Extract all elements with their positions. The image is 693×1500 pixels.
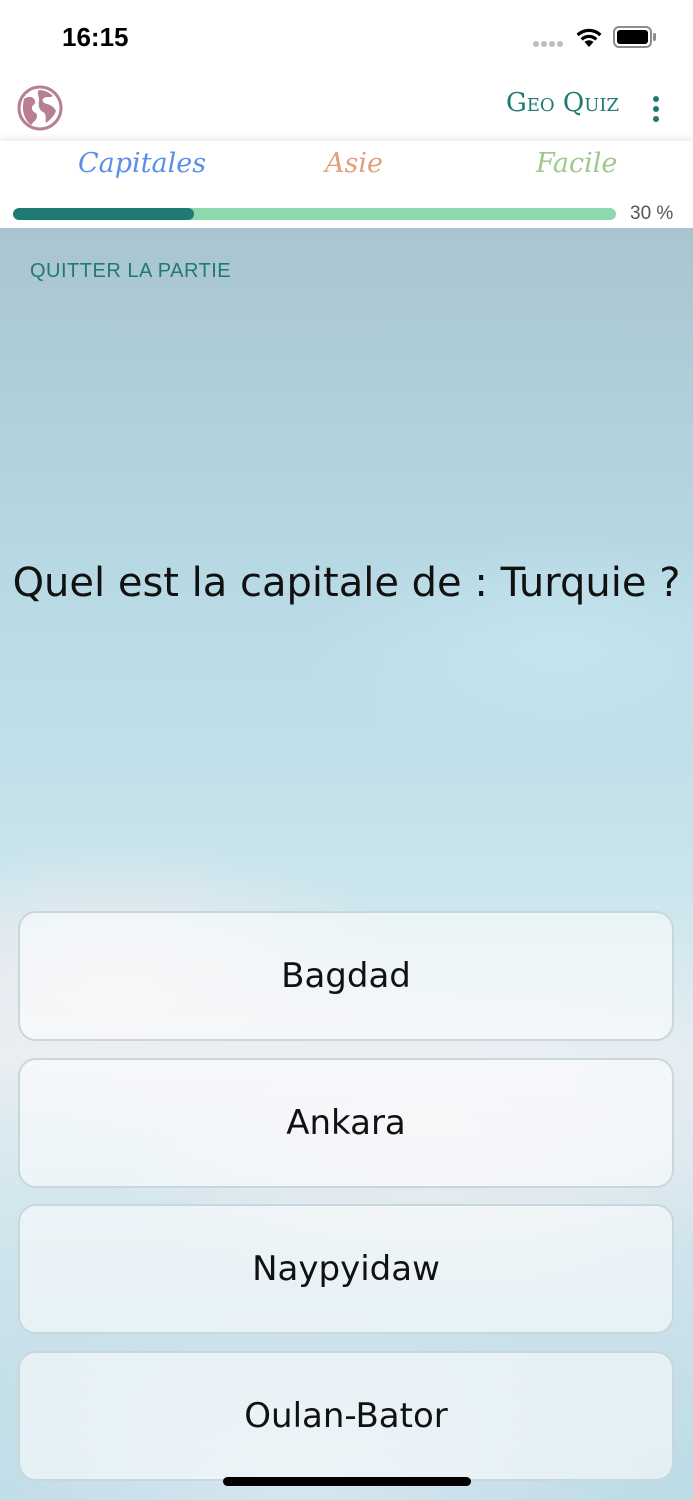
progress-label: 30 % [630,203,674,224]
globe-icon[interactable] [17,85,63,131]
answer-button[interactable]: Bagdad [18,911,674,1041]
app-title: Geo Quiz [505,88,619,118]
progress-fill [13,208,194,220]
answer-button[interactable]: Oulan-Bator [18,1351,674,1481]
wifi-icon [576,28,602,47]
cellular-signal-icon [533,41,563,47]
battery-icon [613,26,656,48]
answer-button[interactable]: Naypyidaw [18,1204,674,1334]
category-region: Asie [325,148,383,179]
category-type: Capitales [78,148,207,179]
answer-button[interactable]: Ankara [18,1058,674,1188]
home-indicator [223,1477,471,1486]
question-text: Quel est la capitale de : Turquie ? [12,560,681,606]
status-bar: 16:15 [0,0,693,76]
quit-game-button[interactable]: QUITTER LA PARTIE [30,260,231,283]
progress-bar [13,208,616,220]
category-difficulty: Facile [536,148,618,179]
status-time: 16:15 [62,22,129,52]
more-vertical-icon[interactable] [640,90,672,126]
